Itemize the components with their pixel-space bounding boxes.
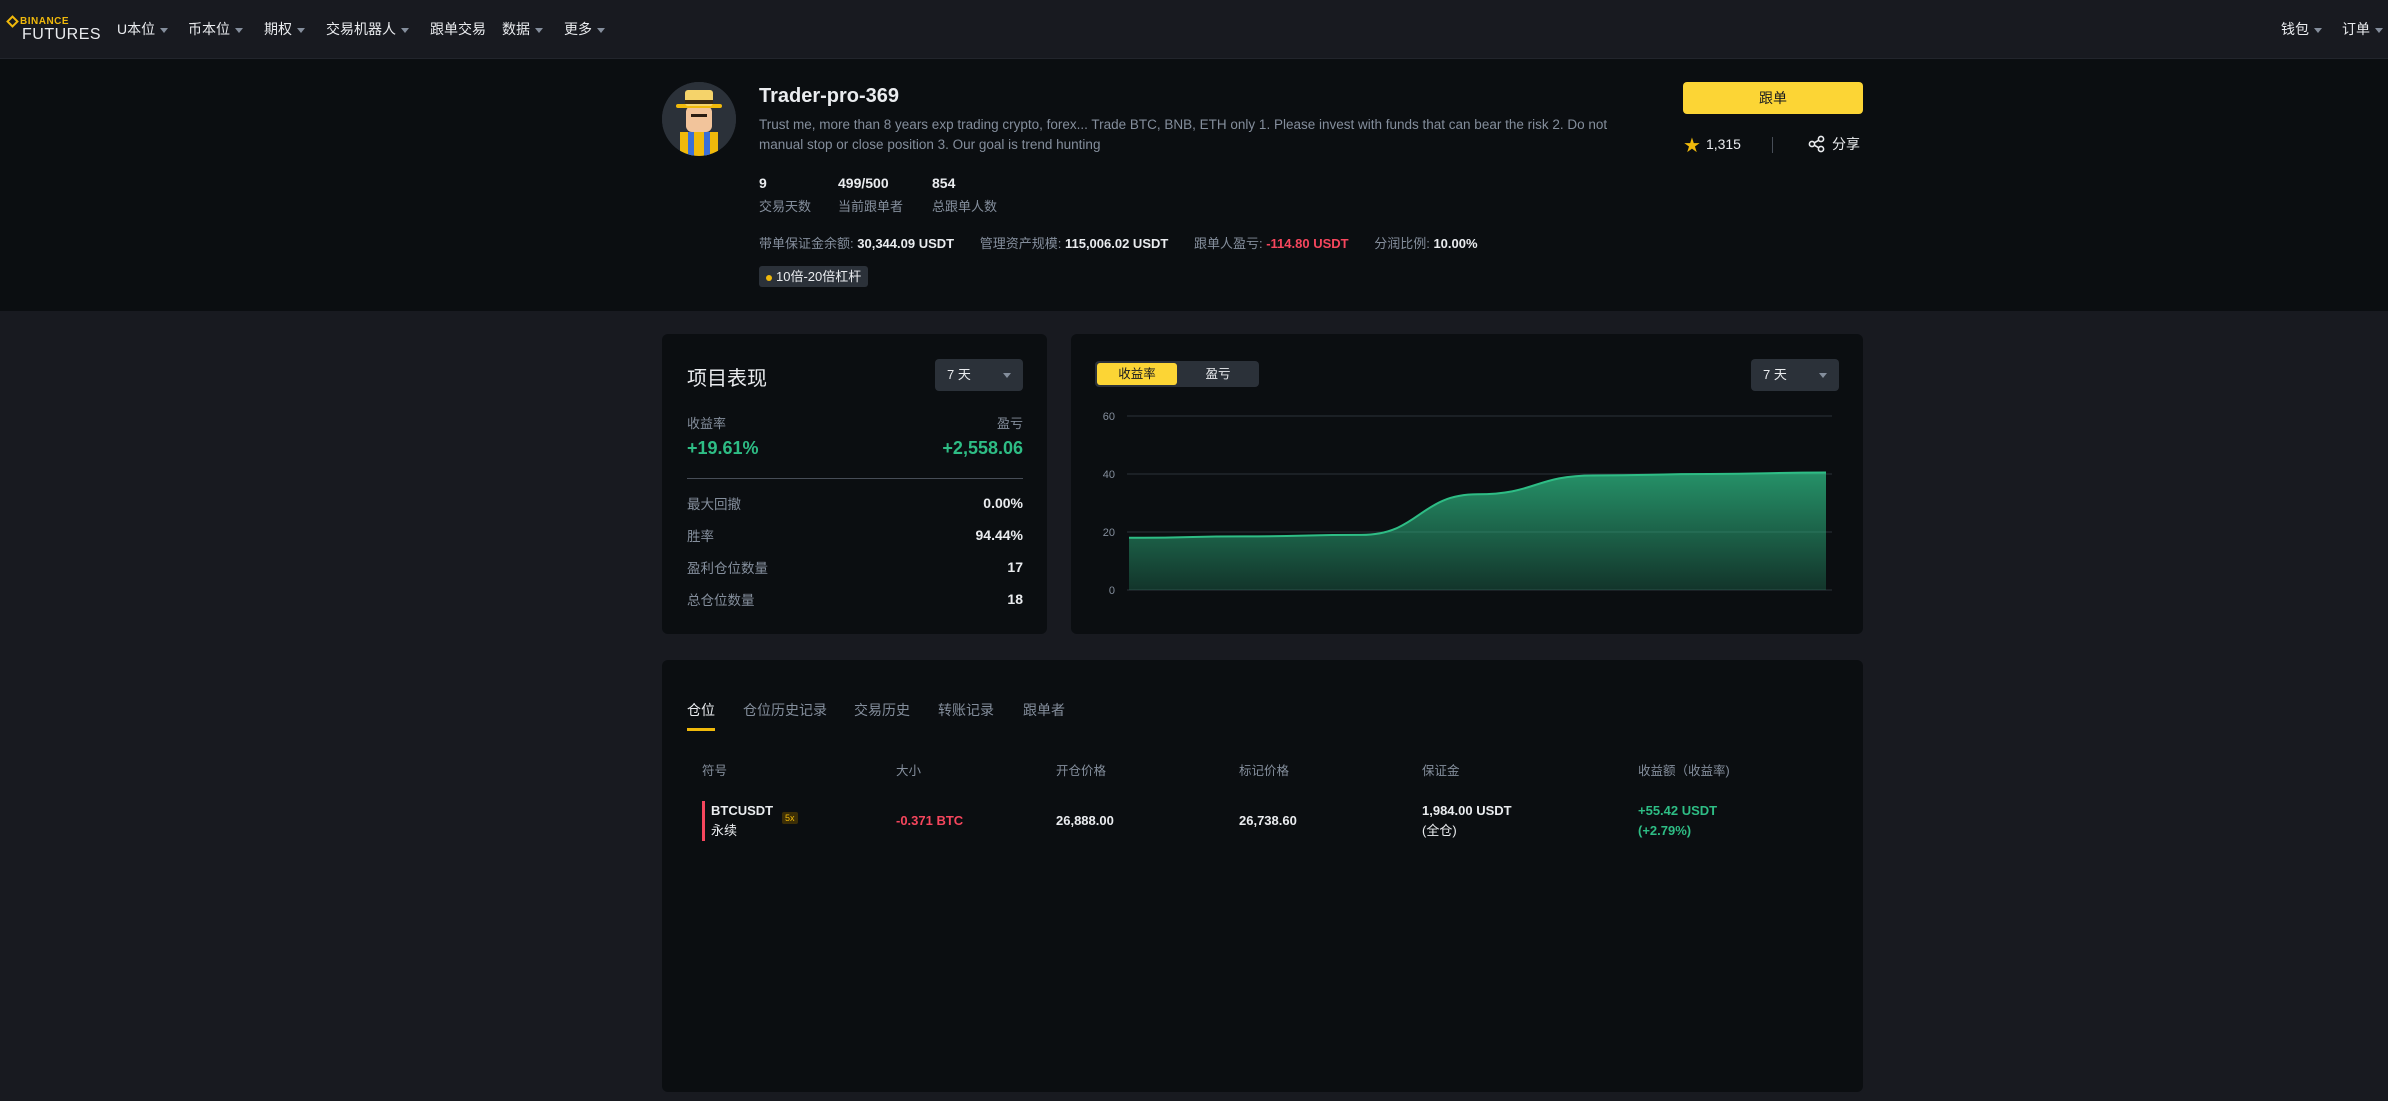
short-side-indicator <box>702 801 705 841</box>
active-tab-indicator <box>687 728 715 731</box>
share-button[interactable]: 分享 <box>1808 134 1860 154</box>
performance-card: 项目表现 7 天 收益率 盈亏 +19.61% +2,558.06 最大回撤 0… <box>662 334 1047 634</box>
win-rate-value: 94.44% <box>975 527 1023 543</box>
chevron-down-icon <box>401 27 409 33</box>
nav-usdm[interactable]: U本位 <box>117 19 169 39</box>
position-symbol[interactable]: BTCUSDT 永续 <box>711 801 773 841</box>
chevron-down-icon <box>535 27 543 33</box>
favorite-count: 1,315 <box>1705 136 1741 152</box>
chevron-down-icon <box>235 27 243 33</box>
total-positions-label: 总仓位数量 <box>687 593 755 608</box>
star-icon: ★ <box>1683 135 1701 157</box>
y-tick-label: 60 <box>1103 411 1115 423</box>
profitable-positions-label: 盈利仓位数量 <box>687 561 768 576</box>
avatar-illustration-icon <box>662 82 736 156</box>
trader-nickname: Trader-pro-369 <box>759 85 900 107</box>
tab-position-history[interactable]: 仓位历史记录 <box>743 700 827 720</box>
chevron-down-icon <box>2314 27 2322 33</box>
binance-futures-logo[interactable]: BINANCE FUTURES <box>6 15 104 43</box>
stat-total-copiers: 854 总跟单人数 <box>932 175 997 215</box>
position-margin: 1,984.00 USDT (全仓) <box>1422 803 1512 838</box>
copy-trade-button[interactable]: 跟单 <box>1683 82 1863 114</box>
win-rate-label: 胜率 <box>687 529 714 544</box>
tab-trade-history[interactable]: 交易历史 <box>854 700 910 720</box>
stat-value: 9 <box>759 175 767 191</box>
positions-card: 仓位 仓位历史记录 交易历史 转账记录 跟单者 符号 大小 开仓价格 标记价格 … <box>662 660 1863 1092</box>
leverage-badge: 5x <box>782 812 798 824</box>
metric-profit-share: 分润比例: 10.00% <box>1374 236 1478 251</box>
trader-metrics: 带单保证金余额: 30,344.09 USDT 管理资产规模: 115,006.… <box>759 233 1500 252</box>
column-header-pnl: 收益额（收益率) <box>1638 764 1730 778</box>
metric-margin-balance: 带单保证金余额: 30,344.09 USDT <box>759 236 955 251</box>
position-size: -0.371 BTC <box>896 813 964 828</box>
trader-bio: Trust me, more than 8 years exp trading … <box>759 117 1608 152</box>
max-drawdown-label: 最大回撤 <box>687 497 741 512</box>
nav-wallet[interactable]: 钱包 <box>2281 19 2322 39</box>
stat-label: 交易天数 <box>759 199 812 214</box>
nav-data[interactable]: 数据 <box>502 19 543 39</box>
favorite-button[interactable]: ★ 1,315 <box>1683 133 1741 158</box>
avatar <box>662 82 736 156</box>
chevron-down-icon <box>2375 27 2383 33</box>
column-header-margin: 保证金 <box>1422 764 1460 778</box>
divider <box>687 478 1023 479</box>
tab-positions[interactable]: 仓位 <box>687 700 715 720</box>
nav-more[interactable]: 更多 <box>564 19 605 39</box>
performance-period-select[interactable]: 7 天 <box>935 359 1023 391</box>
position-pnl: +55.42 USDT (+2.79%) <box>1638 803 1718 838</box>
metric-aum: 管理资产规模: 115,006.02 USDT <box>979 236 1169 251</box>
pnl-label: 盈亏 <box>996 416 1023 431</box>
metric-copier-pnl: 跟单人盈亏: -114.80 USDT <box>1193 236 1349 251</box>
column-header-symbol: 符号 <box>702 764 728 778</box>
total-positions-value: 18 <box>1007 591 1023 607</box>
stat-label: 总跟单人数 <box>932 199 998 214</box>
position-entry-price: 26,888.00 <box>1056 813 1114 828</box>
stat-label: 当前跟单者 <box>838 199 904 214</box>
stat-value: 854 <box>932 175 956 191</box>
chevron-down-icon <box>1003 373 1011 378</box>
roi-area-chart: 0 20 40 60 <box>1103 411 1832 597</box>
roi-area-fill <box>1129 472 1826 590</box>
roi-label: 收益率 <box>687 416 727 431</box>
performance-title: 项目表现 <box>687 368 767 390</box>
roi-chart-card: 收益率 盈亏 7 天 0 20 40 60 <box>1071 334 1863 634</box>
stat-current-copiers: 499/500 当前跟单者 <box>838 175 903 215</box>
nav-orders[interactable]: 订单 <box>2342 19 2383 39</box>
chevron-down-icon <box>160 27 169 33</box>
position-mark-price: 26,738.60 <box>1239 813 1297 828</box>
tab-transfer-history[interactable]: 转账记录 <box>938 700 994 720</box>
logo-futures-text: FUTURES <box>22 26 102 43</box>
tab-copiers[interactable]: 跟单者 <box>1023 700 1065 720</box>
y-tick-label: 40 <box>1103 469 1115 481</box>
divider <box>1772 137 1773 153</box>
chevron-down-icon <box>297 27 305 33</box>
nav-coinm[interactable]: 币本位 <box>188 19 243 39</box>
stat-value: 499/500 <box>838 175 889 191</box>
nav-trading-bots[interactable]: 交易机器人 <box>326 19 409 39</box>
column-header-size: 大小 <box>896 764 922 778</box>
y-tick-label: 0 <box>1109 585 1115 597</box>
profitable-positions-value: 17 <box>1007 559 1023 575</box>
chevron-down-icon <box>597 27 605 33</box>
roi-value: +19.61% <box>687 438 759 458</box>
max-drawdown-value: 0.00% <box>983 495 1023 511</box>
nav-options[interactable]: 期权 <box>264 19 305 39</box>
share-icon <box>1808 135 1825 153</box>
profile-header <box>0 59 2388 311</box>
nav-copy-trading[interactable]: 跟单交易 <box>430 19 486 39</box>
column-header-entry-price: 开仓价格 <box>1056 764 1107 778</box>
leverage-tag: 10倍-20倍杠杆 <box>759 266 869 287</box>
top-navbar: BINANCE FUTURES U本位 币本位 期权 交易机器人 跟单交易 数据… <box>0 0 2388 59</box>
y-tick-label: 20 <box>1103 527 1115 539</box>
stat-trading-days: 9 交易天数 <box>759 175 811 215</box>
column-header-mark-price: 标记价格 <box>1239 764 1290 778</box>
pnl-value: +2,558.06 <box>942 438 1023 458</box>
tag-dot-icon <box>766 274 772 281</box>
